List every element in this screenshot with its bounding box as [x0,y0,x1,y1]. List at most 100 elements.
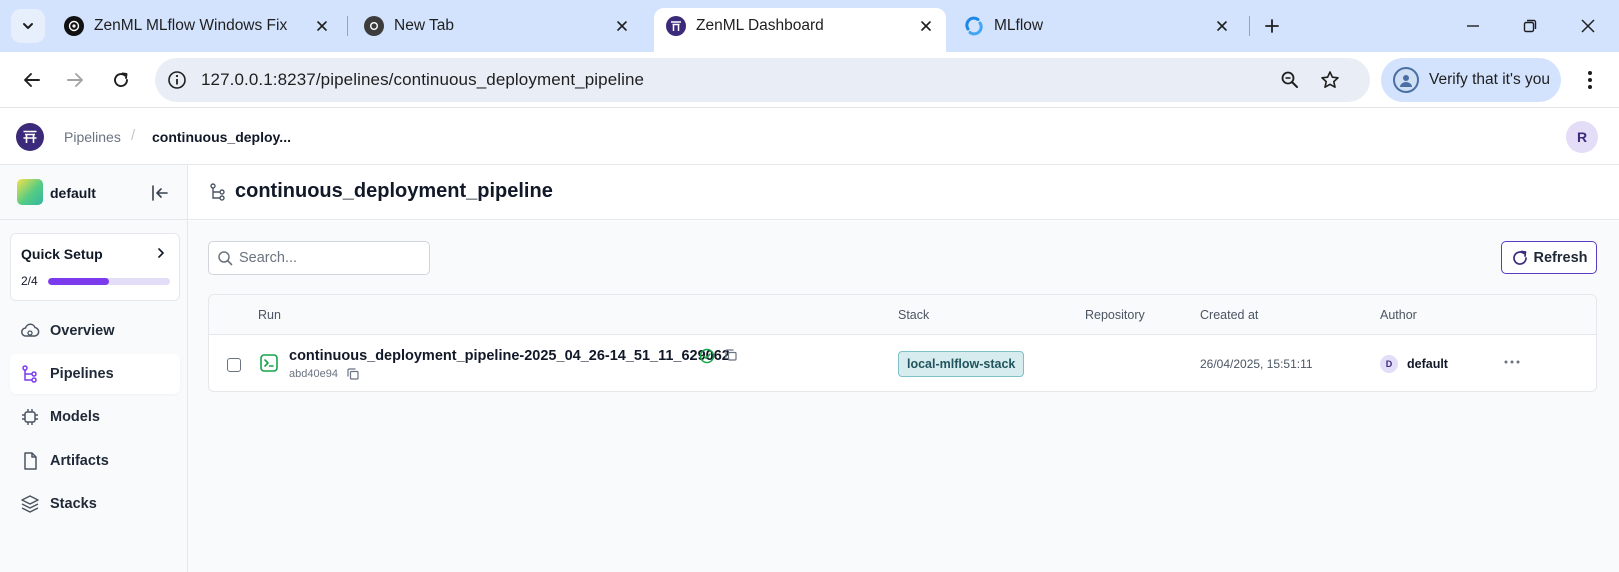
page-title: continuous_deployment_pipeline [235,180,553,202]
artifacts-icon [20,451,40,471]
runs-table: Run Stack Repository Created at Author c… [208,294,1597,392]
models-icon [20,407,40,427]
more-horizontal-icon [1504,360,1520,364]
workspace-row: default [0,165,188,220]
row-checkbox[interactable] [227,358,241,372]
run-name-link[interactable]: continuous_deployment_pipeline-2025_04_2… [289,348,730,364]
overview-icon [20,321,40,341]
tab-new-tab[interactable]: New Tab [352,8,642,44]
zenml-logo[interactable] [16,123,44,151]
pipelines-icon [20,364,40,384]
breadcrumb-pipelines[interactable]: Pipelines [64,129,121,145]
collapse-icon [152,185,168,201]
terminal-icon [260,354,278,372]
sidebar-item-label: Pipelines [50,366,114,382]
minimize-icon [1467,25,1479,27]
runs-panel: Refresh Run Stack Repository Created at … [188,221,1619,572]
quick-setup-progress [48,278,170,285]
sidebar-item-stacks[interactable]: Stacks [10,484,180,524]
profile-label: Verify that it's you [1429,71,1550,88]
sidebar-item-pipelines[interactable]: Pipelines [10,354,180,394]
refresh-button[interactable]: Refresh [1501,241,1597,274]
chevron-right-icon [153,245,169,261]
browser-menu-button[interactable] [1575,65,1605,95]
collapse-sidebar-button[interactable] [148,181,172,205]
stacks-icon [20,494,40,514]
row-actions-button[interactable] [1502,354,1522,370]
sidebar-item-models[interactable]: Models [10,397,180,437]
zenml-icon [666,16,686,36]
breadcrumb-current: continuous_deploy... [152,129,291,145]
bookmark-star-icon[interactable] [1318,68,1342,92]
sidebar-item-label: Artifacts [50,453,109,469]
reload-icon [114,72,128,87]
workspace-avatar [17,179,43,205]
sidebar-item-artifacts[interactable]: Artifacts [10,441,180,481]
close-tab-icon[interactable] [1212,16,1232,36]
zoom-icon[interactable] [1278,68,1302,92]
back-button[interactable] [17,65,47,95]
search-input[interactable] [239,242,424,274]
restore-icon [1523,19,1537,33]
author-avatar: D [1380,355,1398,373]
main-content: continuous_deployment_pipeline Refresh R… [188,165,1619,572]
refresh-label: Refresh [1533,249,1588,266]
quick-setup-progress-fill [48,278,109,285]
arrow-right-icon [67,73,83,87]
tab-zenml-mlflow-windows-fix[interactable]: ZenML MLflow Windows Fix [52,8,342,44]
tab-mlflow[interactable]: MLflow [952,8,1242,44]
column-header-stack[interactable]: Stack [898,308,929,322]
breadcrumb-separator: / [131,127,136,144]
url-text: 127.0.0.1:8237/pipelines/continuous_depl… [201,70,645,89]
chrome-icon [364,16,384,36]
pipeline-icon [208,182,228,202]
close-tab-icon[interactable] [312,16,332,36]
column-header-author[interactable]: Author [1380,308,1417,322]
arrow-left-icon [24,73,40,87]
openai-icon [64,16,84,36]
tab-title: MLflow [994,17,1044,34]
close-tab-icon[interactable] [612,16,632,36]
column-header-run[interactable]: Run [258,308,281,322]
close-window-button[interactable] [1573,12,1603,40]
created-at: 26/04/2025, 15:51:11 [1200,357,1313,371]
more-vertical-icon [1588,71,1592,89]
tab-title: New Tab [394,17,455,34]
plus-icon [1265,19,1279,33]
tab-divider [1249,16,1250,36]
new-tab-button[interactable] [1258,12,1286,40]
tab-search-button[interactable] [11,9,45,43]
sidebar-item-overview[interactable]: Overview [10,311,180,351]
forward-button[interactable] [60,65,90,95]
user-avatar[interactable]: R [1566,121,1598,153]
column-header-repository[interactable]: Repository [1085,308,1145,322]
reload-button[interactable] [106,65,136,95]
copy-icon[interactable] [724,348,738,362]
quick-setup-count: 2/4 [21,274,38,288]
copy-icon[interactable] [346,367,360,381]
table-row[interactable]: continuous_deployment_pipeline-2025_04_2… [209,336,1596,391]
quick-setup-card[interactable]: Quick Setup 2/4 [10,233,180,301]
sidebar-item-label: Stacks [50,496,97,512]
close-tab-icon[interactable] [916,16,936,36]
tab-divider [347,16,348,36]
sidebar-item-label: Models [50,409,100,425]
site-info-icon[interactable] [165,68,189,92]
column-header-created-at[interactable]: Created at [1200,308,1258,322]
search-field[interactable] [208,241,430,275]
browser-tabstrip: ZenML MLflow Windows Fix New Tab ZenML D… [0,0,1619,52]
check-circle-icon [699,348,715,364]
browser-toolbar: 127.0.0.1:8237/pipelines/continuous_depl… [0,52,1619,108]
refresh-icon [1512,250,1527,265]
profile-chip[interactable]: Verify that it's you [1381,58,1561,102]
stack-badge[interactable]: local-mlflow-stack [898,351,1025,377]
tab-title: ZenML MLflow Windows Fix [94,17,288,34]
page-header: continuous_deployment_pipeline [188,165,1619,220]
tab-title: ZenML Dashboard [696,17,824,34]
address-bar[interactable]: 127.0.0.1:8237/pipelines/continuous_depl… [155,58,1370,102]
restore-button[interactable] [1515,12,1545,40]
minimize-button[interactable] [1458,12,1488,40]
tab-zenml-dashboard[interactable]: ZenML Dashboard [654,8,946,52]
run-id: abd40e94 [289,368,338,380]
sidebar-item-label: Overview [50,323,115,339]
